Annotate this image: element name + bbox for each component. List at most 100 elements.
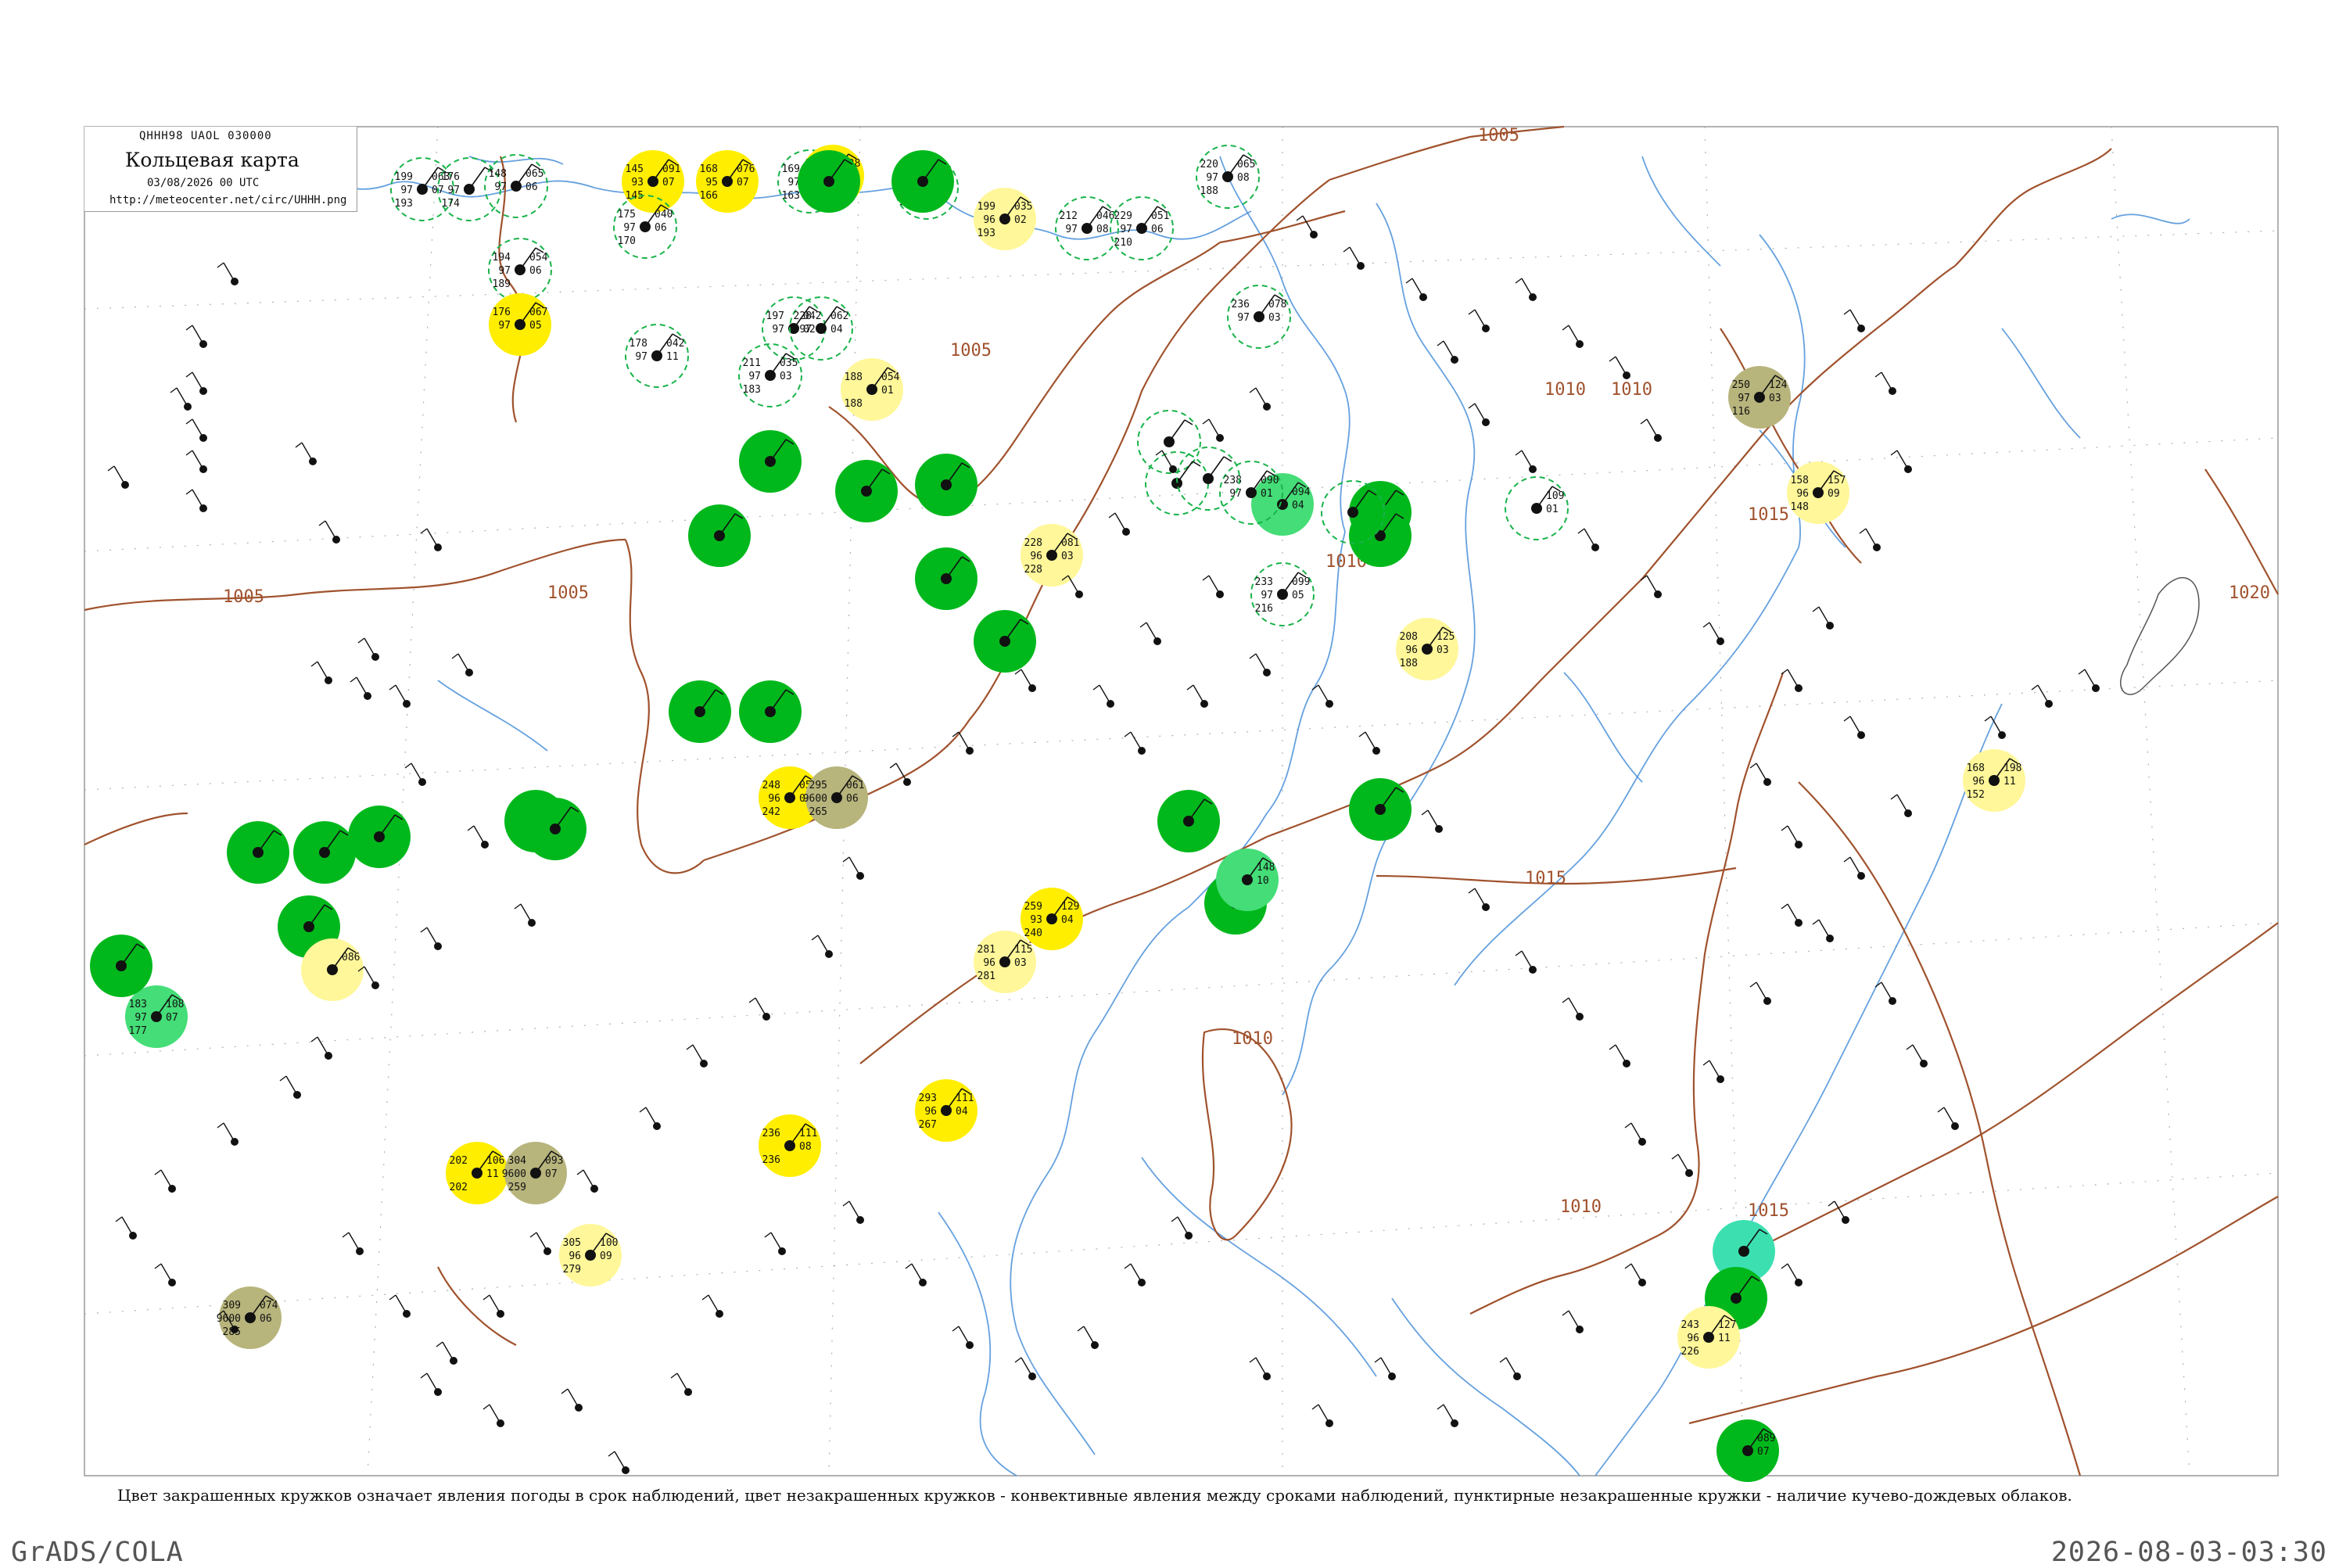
station-pressure: 106 [486,1155,504,1167]
station-visibility: 97 [1237,312,1250,324]
map-url[interactable]: http://meteocenter.net/circ/UHHH.png [109,194,346,206]
station-plot[interactable] [688,504,751,567]
station-pressure: 157 [1828,475,1846,486]
station-plot[interactable] [739,430,802,493]
station-plot[interactable]: 168 96152 198 11 [1963,749,2025,812]
station-plot[interactable] [915,547,978,610]
station-plot[interactable]: 243 96 226 127 11 [1677,1306,1740,1369]
station-visibility: 97 [1065,224,1078,235]
station-dewpoint: 210 [1114,237,1132,249]
station-tendency: 10 [1257,875,1269,887]
station-visibility: 96 [1687,1333,1699,1344]
station-temp: 305 [563,1237,581,1249]
station-dewpoint: 267 [919,1119,937,1131]
station-plot[interactable]: 176 97 067 05 [489,293,551,356]
station-visibility: 96 [1405,644,1418,656]
station-tendency: 02 [1014,214,1027,226]
station-visibility: 97 [748,371,761,382]
station-dewpoint: 265 [809,806,827,818]
station-plot[interactable]: 14810 [1216,849,1279,911]
station-plot[interactable] [227,821,289,884]
station-temp: 208 [1400,631,1418,643]
station-tendency: 03 [780,371,792,382]
station-plot[interactable]: 183 97177 108 07 [125,985,188,1048]
station-dewpoint: 226 [1681,1346,1699,1358]
station-tendency: 11 [666,351,679,363]
station-tendency: 06 [1151,224,1164,235]
station-plot[interactable] [524,798,586,860]
station-plot[interactable]: 2819628111503 [974,931,1036,993]
station-plot[interactable]: 158 96148 157 09 [1787,461,1849,524]
isobar-label: 1010 [1611,380,1652,400]
station-visibility: 93 [1030,914,1042,926]
station-dewpoint: 259 [508,1182,526,1193]
station-pressure: 109 [1546,490,1564,502]
station-tendency: 07 [737,177,749,188]
station-visibility: 97 [400,185,413,196]
station-pressure: 076 [737,163,755,175]
map-caption: Цвет закрашенных кружков означает явлени… [117,1486,2072,1505]
station-plot[interactable]: 228 96 228 081 03 [1021,524,1083,587]
station-plot[interactable] [90,935,152,997]
station-pressure: 094 [1292,486,1311,498]
station-plot[interactable]: 250 97 116 124 03 [1728,366,1791,429]
station-plot[interactable]: 168 95 166 076 07 [696,150,759,213]
station-plot[interactable]: 30596 279 10009 [559,1224,622,1286]
station-dewpoint: 242 [762,806,780,818]
station-dewpoint: 202 [450,1182,468,1193]
station-tendency: 09 [600,1250,612,1262]
station-plot[interactable]: 1459314509107 [622,150,684,213]
station-dewpoint: 228 [1024,564,1042,576]
station-plot[interactable] [1157,790,1220,852]
station-pressure: 065 [526,168,543,180]
station-dewpoint: 177 [129,1025,147,1037]
station-visibility: 97 [1738,393,1750,404]
station-plot[interactable] [739,680,802,743]
station-tendency: 04 [956,1106,968,1118]
station-plot[interactable] [835,460,898,522]
station-temp: 309 [223,1300,241,1311]
station-plot[interactable] [915,454,978,516]
station-temp: 211 [743,357,761,369]
station-plot[interactable]: 20896 188 12503 [1396,618,1458,680]
station-temp: 197 [766,310,784,322]
station-pressure: 093 [545,1155,563,1167]
station-temp: 236 [762,1128,780,1139]
station-temp: 212 [1060,210,1078,222]
station-plot[interactable]: 188 188 054 01 [841,358,903,421]
station-plot[interactable]: 25993 240 12904 [1021,888,1083,950]
station-plot[interactable]: 19996 193 03502 [974,188,1036,250]
station-plot[interactable] [348,806,411,868]
station-pressure: 129 [1061,901,1079,913]
station-plot[interactable] [891,150,954,213]
station-visibility: 97 [799,324,812,335]
station-pressure: 198 [2003,762,2021,774]
station-pressure: 111 [799,1128,817,1139]
station-plot[interactable]: 08907 [1716,1419,1779,1482]
bulletin-code: QHHH98 UAOL 030000 [139,130,272,142]
station-visibility: 97 [447,185,460,196]
station-pressure: 108 [166,999,184,1010]
station-tendency: 06 [655,222,667,234]
station-pressure: 051 [1151,210,1169,222]
station-plot[interactable] [974,610,1036,673]
station-visibility: 96 [983,214,995,226]
station-tendency: 07 [1757,1446,1770,1458]
station-tendency: 01 [881,385,894,396]
station-plot[interactable] [669,680,731,743]
station-plot[interactable]: 236 236 111 08 [759,1114,821,1177]
station-plot[interactable] [293,821,356,884]
station-temp: 183 [129,999,147,1010]
station-plot[interactable] [1349,504,1412,567]
station-dewpoint: 188 [1400,658,1418,669]
station-tendency: 07 [545,1168,558,1180]
station-tendency: 04 [830,324,843,335]
station-plot[interactable] [798,150,860,213]
station-tendency: 03 [1268,312,1281,324]
station-plot[interactable]: 293 96267 111 04 [915,1079,978,1142]
station-plot[interactable]: 202 202 10611 [446,1142,508,1204]
station-plot[interactable] [1349,778,1412,841]
station-plot[interactable]: 086 [301,938,364,1001]
station-temp: 168 [1967,762,1985,774]
station-tendency: 07 [166,1012,178,1024]
